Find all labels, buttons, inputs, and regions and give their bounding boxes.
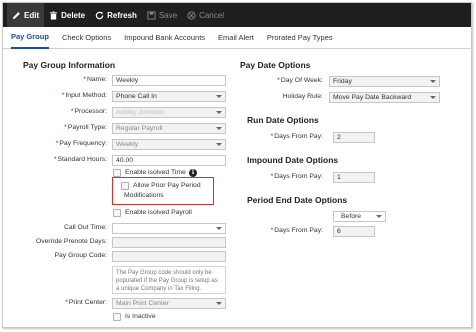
enable-isolved-time-label: Enable isolved Time xyxy=(125,169,186,176)
edit-button[interactable]: Edit xyxy=(7,3,45,27)
enable-isolved-payroll-label: Enable isolved Payroll xyxy=(125,209,192,216)
cancel-button[interactable]: Cancel xyxy=(182,3,229,27)
refresh-button[interactable]: Refresh xyxy=(90,3,142,27)
save-button-label: Save xyxy=(158,10,178,20)
day-of-week-select[interactable]: Friday xyxy=(329,76,440,87)
tab-bar: Pay Group Check Options Impound Bank Acc… xyxy=(3,27,471,49)
refresh-button-label: Refresh xyxy=(107,10,137,20)
standard-hours-label: *Standard Hours: xyxy=(53,156,107,163)
trash-icon xyxy=(49,10,58,20)
tab-impound-bank-accounts[interactable]: Impound Bank Accounts xyxy=(124,27,205,49)
save-icon xyxy=(147,10,156,20)
period-days-from-pay-field[interactable]: 6 xyxy=(333,226,375,237)
call-out-time-select[interactable] xyxy=(112,223,226,234)
cancel-icon xyxy=(187,10,196,20)
pay-group-code-field[interactable] xyxy=(112,251,226,262)
allow-prior-modifications-label: Modifications xyxy=(124,192,164,199)
pay-frequency-select[interactable]: Weekly xyxy=(112,139,226,150)
holiday-rule-select[interactable]: Move Pay Date Backward xyxy=(329,92,440,103)
standard-hours-field[interactable]: 40.00 xyxy=(112,155,226,166)
cancel-button-label: Cancel xyxy=(199,10,225,20)
override-prenote-days-field[interactable] xyxy=(112,237,226,248)
input-method-label: *Input Method: xyxy=(61,92,107,99)
processor-select[interactable]: Ashley Johnson xyxy=(112,107,226,118)
pay-frequency-label: *Pay Frequency: xyxy=(55,140,107,147)
delete-button-label: Delete xyxy=(61,10,86,20)
edit-button-label: Edit xyxy=(24,10,40,20)
pay-group-code-label: Pay Group Code: xyxy=(54,252,107,259)
name-label: *Name: xyxy=(83,76,107,83)
pay-frequency-value: Weekly xyxy=(116,141,139,148)
pay-group-information-title: Pay Group Information xyxy=(23,60,116,70)
pencil-icon xyxy=(12,11,21,20)
save-button[interactable]: Save xyxy=(142,3,182,27)
payroll-type-label: *Payroll Type: xyxy=(64,124,107,131)
pay-group-code-note: The Pay Group code should only be popula… xyxy=(112,266,226,294)
run-date-options-title: Run Date Options xyxy=(247,115,319,125)
run-days-from-pay-field[interactable]: 2 xyxy=(333,132,375,143)
input-method-select[interactable]: Phone Call In xyxy=(112,91,226,102)
delete-button[interactable]: Delete xyxy=(44,3,90,27)
impound-date-options-title: Impound Date Options xyxy=(247,155,339,165)
toolbar: Edit Delete Refresh Save Cancel xyxy=(3,3,471,27)
is-inactive-checkbox[interactable] xyxy=(113,313,121,321)
before-after-value: Before xyxy=(341,213,362,220)
holiday-rule-label: Holiday Rule: xyxy=(282,93,323,100)
before-after-select[interactable]: Before xyxy=(333,211,386,222)
call-out-time-label: Call Out Time: xyxy=(63,224,107,231)
impound-days-from-pay-field[interactable]: 1 xyxy=(333,172,375,183)
pay-group-window: Edit Delete Refresh Save Cancel Pay Grou… xyxy=(2,2,472,328)
info-icon[interactable]: i xyxy=(189,169,197,177)
pay-date-options-title: Pay Date Options xyxy=(240,60,311,70)
impound-days-from-pay-label: *Days From Pay: xyxy=(270,173,323,180)
override-prenote-days-label: Override Prenote Days: xyxy=(35,238,107,245)
tab-check-options[interactable]: Check Options xyxy=(62,27,111,49)
allow-prior-pay-period-checkbox[interactable] xyxy=(121,182,129,190)
payroll-type-value: Regular Payroll xyxy=(116,125,163,132)
processor-label: *Processor: xyxy=(70,108,107,115)
payroll-type-select[interactable]: Regular Payroll xyxy=(112,123,226,134)
day-of-week-label: *Day Of Week: xyxy=(277,77,323,84)
allow-prior-pay-period-label: Allow Prior Pay Period xyxy=(133,182,201,189)
is-inactive-label: Is Inactive xyxy=(125,313,156,320)
name-field[interactable]: Weekly xyxy=(112,75,226,86)
tab-pay-group[interactable]: Pay Group xyxy=(11,27,49,49)
run-days-from-pay-label: *Days From Pay: xyxy=(270,133,323,140)
period-end-date-options-title: Period End Date Options xyxy=(247,195,348,205)
enable-isolved-payroll-checkbox[interactable] xyxy=(113,209,121,217)
print-center-label: *Print Center: xyxy=(65,299,107,306)
print-center-select[interactable]: Main Print Center xyxy=(112,298,226,309)
period-days-from-pay-label: *Days From Pay: xyxy=(270,227,323,234)
tab-prorated-pay-types[interactable]: Prorated Pay Types xyxy=(267,27,333,49)
tab-email-alert[interactable]: Email Alert xyxy=(218,27,254,49)
processor-value: Ashley Johnson xyxy=(116,109,164,116)
refresh-icon xyxy=(95,11,104,20)
print-center-value: Main Print Center xyxy=(116,300,169,307)
enable-isolved-time-checkbox[interactable] xyxy=(113,169,121,177)
